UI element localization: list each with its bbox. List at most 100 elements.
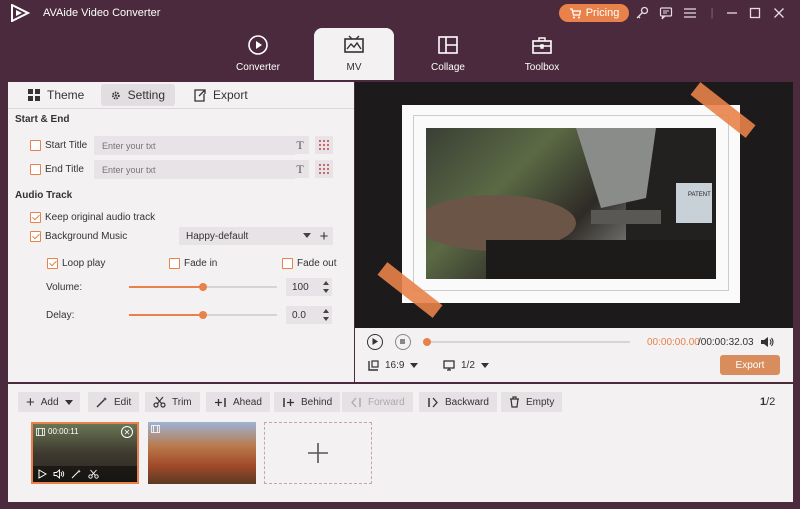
fade-out-label: Fade out — [297, 258, 337, 269]
edit-button[interactable]: Edit — [88, 392, 140, 412]
converter-icon — [248, 35, 268, 55]
display-page-select[interactable]: 1/2 — [443, 360, 489, 371]
coffee-machine-image: PATENT — [416, 128, 716, 279]
playback-progress[interactable] — [426, 341, 630, 343]
export-button[interactable]: Export — [720, 355, 780, 375]
fade-out-checkbox[interactable] — [282, 258, 293, 269]
move-backward-icon — [428, 397, 438, 407]
clip-duration: 00:00:11 — [48, 427, 79, 436]
remove-clip-icon[interactable]: ✕ — [121, 426, 133, 438]
timeline-panel: + Add Edit Trim Ahead Behind Forward Bac… — [8, 384, 793, 502]
backward-button[interactable]: Backward — [419, 392, 497, 412]
aspect-ratio-select[interactable]: 16:9 — [368, 360, 419, 371]
position-grid-icon — [319, 140, 329, 150]
app-title: AVAide Video Converter — [43, 7, 161, 19]
fade-in-checkbox[interactable] — [169, 258, 180, 269]
background-music-label: Background Music — [45, 231, 128, 242]
volume-icon[interactable] — [760, 336, 774, 348]
subtab-theme-label: Theme — [47, 88, 85, 102]
menu-icon[interactable] — [681, 4, 699, 22]
chevron-down-icon[interactable] — [323, 289, 329, 293]
title-bar: AVAide Video Converter Pricing | — [0, 0, 800, 26]
start-title-font-button[interactable]: T — [291, 136, 309, 154]
start-title-position-button[interactable] — [315, 136, 333, 154]
app-logo-icon — [11, 4, 30, 22]
behind-label: Behind — [301, 396, 333, 408]
maximize-icon[interactable] — [746, 4, 764, 22]
plus-icon — [308, 443, 328, 463]
stop-button[interactable] — [395, 334, 411, 350]
start-title-checkbox[interactable] — [30, 140, 41, 151]
keep-original-audio-checkbox[interactable] — [30, 212, 41, 223]
trim-button[interactable]: Trim — [145, 392, 200, 412]
close-icon[interactable] — [770, 4, 788, 22]
volume-stepper[interactable]: 100 — [286, 278, 332, 296]
loop-play-checkbox[interactable] — [47, 258, 58, 269]
tab-collage[interactable]: Collage — [408, 28, 488, 80]
subtab-divider — [8, 108, 354, 109]
key-icon[interactable] — [633, 4, 651, 22]
delay-slider-handle[interactable] — [199, 311, 207, 319]
subtab-setting-label: Setting — [127, 88, 165, 102]
total-time: /00:00:32.03 — [698, 337, 754, 348]
plus-icon: + — [26, 393, 35, 411]
stop-icon — [400, 339, 405, 344]
chevron-up-icon[interactable] — [323, 309, 329, 313]
volume-icon[interactable] — [53, 469, 65, 479]
cart-icon — [569, 7, 581, 18]
display-page-value: 1/2 — [461, 360, 475, 371]
trim-label: Trim — [172, 396, 192, 408]
forward-button[interactable]: Forward — [342, 392, 413, 412]
chevron-down-icon[interactable] — [323, 317, 329, 321]
delay-value: 0.0 — [292, 309, 306, 321]
theme-frame: PATENT — [402, 105, 740, 303]
move-forward-icon — [351, 397, 361, 407]
play-icon[interactable] — [37, 469, 47, 479]
delay-label: Delay: — [46, 310, 75, 321]
scissors-icon[interactable] — [88, 469, 99, 479]
start-title-label: Start Title — [45, 140, 88, 151]
subtab-theme[interactable]: Theme — [18, 84, 94, 106]
add-music-button[interactable]: + — [315, 227, 333, 245]
clip-thumbnail-2[interactable] — [148, 422, 256, 484]
feedback-icon[interactable] — [657, 4, 675, 22]
film-icon — [36, 428, 45, 436]
minimize-icon[interactable] — [723, 4, 741, 22]
end-title-input[interactable] — [94, 160, 295, 179]
empty-button[interactable]: Empty — [501, 392, 563, 412]
volume-slider-handle[interactable] — [199, 283, 207, 291]
start-title-input[interactable] — [94, 136, 295, 155]
magic-wand-icon[interactable] — [71, 469, 82, 479]
subtab-export[interactable]: Export — [183, 84, 258, 106]
chevron-up-icon[interactable] — [323, 281, 329, 285]
end-title-checkbox[interactable] — [30, 164, 41, 175]
clip-thumbnail-1[interactable]: 00:00:11 ✕ — [31, 422, 139, 484]
background-music-select[interactable]: Happy-default — [179, 227, 317, 245]
pricing-button[interactable]: Pricing — [559, 4, 629, 22]
delay-stepper[interactable]: 0.0 — [286, 306, 332, 324]
chevron-down-icon — [64, 399, 73, 405]
start-end-heading: Start & End — [15, 114, 70, 125]
volume-slider-fill — [129, 286, 203, 288]
end-title-position-button[interactable] — [315, 160, 333, 178]
tab-mv-label: MV — [346, 62, 362, 73]
tab-converter[interactable]: Converter — [218, 28, 298, 80]
scissors-icon — [153, 396, 166, 408]
tab-toolbox-label: Toolbox — [524, 62, 560, 73]
subtab-setting[interactable]: Setting — [101, 84, 175, 106]
play-icon — [372, 338, 378, 345]
play-button[interactable] — [367, 334, 383, 350]
ahead-label: Ahead — [233, 396, 262, 408]
playback-progress-handle[interactable] — [423, 338, 431, 346]
behind-button[interactable]: Behind — [274, 392, 341, 412]
volume-value: 100 — [292, 281, 309, 293]
end-title-font-button[interactable]: T — [291, 160, 309, 178]
tab-toolbox[interactable]: Toolbox — [502, 28, 582, 80]
ahead-button[interactable]: Ahead — [206, 392, 270, 412]
tab-mv[interactable]: MV — [314, 28, 394, 80]
gear-icon — [111, 91, 120, 99]
background-music-checkbox[interactable] — [30, 231, 41, 242]
add-clip-button[interactable] — [264, 422, 372, 484]
subtab-export-label: Export — [213, 88, 248, 102]
add-button[interactable]: + Add — [18, 392, 80, 412]
